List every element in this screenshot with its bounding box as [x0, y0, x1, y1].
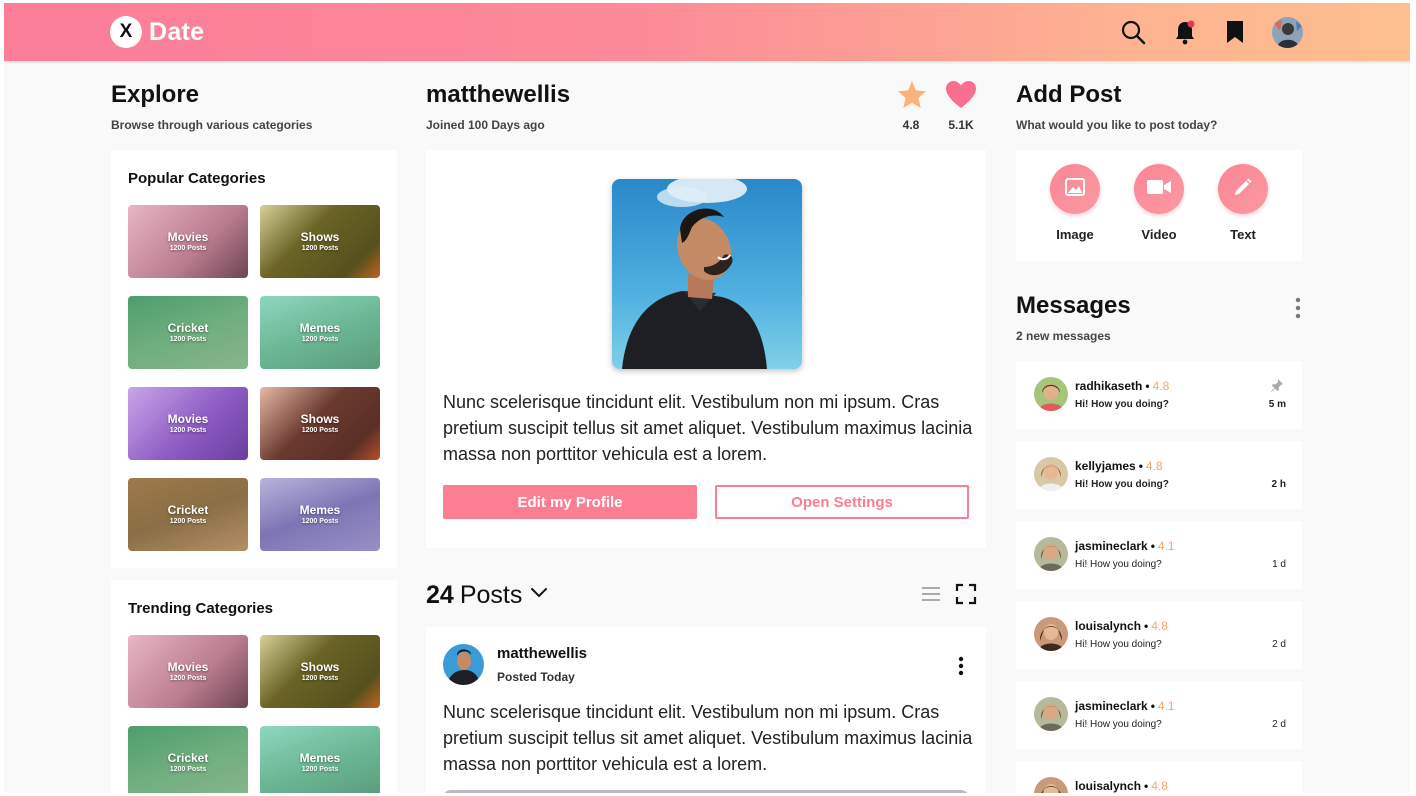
- message-time: 5 m: [1268, 399, 1286, 410]
- open-settings-button[interactable]: Open Settings: [715, 485, 969, 519]
- category-tile-cricket[interactable]: Cricket 1200 Posts: [128, 726, 248, 793]
- message-item[interactable]: louisalynch • 4.8 Hi! How you doing? 2 d: [1016, 601, 1302, 669]
- message-preview: Hi! How you doing?: [1075, 559, 1162, 570]
- search-icon[interactable]: [1118, 17, 1148, 47]
- message-item[interactable]: radhikaseth • 4.8 Hi! How you doing? 5 m: [1016, 361, 1302, 429]
- category-tile-shows[interactable]: Shows 1200 Posts: [260, 205, 380, 278]
- avatar: [1034, 697, 1068, 731]
- avatar: [1034, 777, 1068, 793]
- message-preview: Hi! How you doing?: [1075, 639, 1162, 650]
- profile-photo: [612, 179, 802, 369]
- post-author[interactable]: matthewellis: [497, 645, 587, 662]
- post-time: Posted Today: [497, 670, 575, 684]
- category-tile-cricket[interactable]: Cricket 1200 Posts: [128, 478, 248, 551]
- post-author-avatar[interactable]: [443, 644, 484, 685]
- top-bar: X Date: [4, 3, 1410, 61]
- profile-rating: 4.8: [902, 118, 920, 132]
- category-tile-memes[interactable]: Memes 1200 Posts: [260, 478, 380, 551]
- profile-likes: 5.1K: [948, 118, 974, 132]
- more-options-icon[interactable]: [956, 655, 966, 682]
- category-tile-movies[interactable]: Movies 1200 Posts: [128, 387, 248, 460]
- avatar: [1034, 377, 1068, 411]
- message-item[interactable]: louisalynch • 4.8: [1016, 761, 1302, 793]
- trending-categories-card: Trending Categories Movies 1200 Posts Sh…: [111, 580, 397, 793]
- explore-subtitle: Browse through various categories: [111, 118, 313, 132]
- profile-bio: Nunc scelerisque tincidunt elit. Vestibu…: [443, 392, 973, 464]
- messages-subtitle: 2 new messages: [1016, 329, 1111, 343]
- message-item[interactable]: jasmineclark • 4.1 Hi! How you doing? 1 d: [1016, 521, 1302, 589]
- text-post-label: Text: [1230, 227, 1256, 242]
- message-sender: radhikaseth • 4.8: [1075, 379, 1170, 393]
- message-sender: louisalynch • 4.8: [1075, 619, 1168, 633]
- image-post-button[interactable]: [1050, 164, 1100, 214]
- logo-badge: X: [110, 16, 142, 48]
- image-post-label: Image: [1056, 227, 1094, 242]
- post-media-preview[interactable]: [443, 790, 969, 793]
- message-sender: kellyjames • 4.8: [1075, 459, 1163, 473]
- category-tile-movies[interactable]: Movies 1200 Posts: [128, 205, 248, 278]
- popular-categories-title: Popular Categories: [128, 170, 266, 187]
- fullscreen-icon[interactable]: [955, 583, 977, 610]
- bell-icon[interactable]: [1170, 17, 1200, 47]
- image-icon: [1065, 177, 1085, 201]
- category-tile-memes[interactable]: Memes 1200 Posts: [260, 726, 380, 793]
- notification-dot: [1187, 20, 1195, 28]
- logo-text: Date: [149, 17, 205, 46]
- video-post-button[interactable]: [1134, 164, 1184, 214]
- add-post-subtitle: What would you like to post today?: [1016, 118, 1218, 132]
- message-time: 2 d: [1272, 719, 1286, 730]
- posts-header[interactable]: 24 Posts: [426, 581, 550, 610]
- profile-card: Nunc scelerisque tincidunt elit. Vestibu…: [426, 150, 986, 548]
- explore-title: Explore: [111, 81, 200, 108]
- avatar: [1034, 537, 1068, 571]
- category-tile-movies[interactable]: Movies 1200 Posts: [128, 635, 248, 708]
- profile-username: matthewellis: [426, 81, 571, 108]
- category-tile-cricket[interactable]: Cricket 1200 Posts: [128, 296, 248, 369]
- category-tile-shows[interactable]: Shows 1200 Posts: [260, 387, 380, 460]
- add-post-card: Image Video Text: [1016, 150, 1302, 261]
- trending-categories-title: Trending Categories: [128, 600, 274, 617]
- message-preview: Hi! How you doing?: [1075, 399, 1169, 410]
- message-time: 2 d: [1272, 639, 1286, 650]
- message-item[interactable]: jasmineclark • 4.1 Hi! How you doing? 2 d: [1016, 681, 1302, 749]
- messages-menu-icon[interactable]: [1294, 296, 1302, 325]
- avatar: [1034, 617, 1068, 651]
- video-icon: [1146, 178, 1172, 201]
- star-icon: [895, 78, 929, 112]
- message-sender: jasmineclark • 4.1: [1075, 539, 1175, 553]
- message-item[interactable]: kellyjames • 4.8 Hi! How you doing? 2 h: [1016, 441, 1302, 509]
- avatar[interactable]: [1272, 17, 1303, 48]
- avatar: [1034, 457, 1068, 491]
- app-frame: X Date Explore Browse through various ca…: [4, 3, 1410, 793]
- category-tile-shows[interactable]: Shows 1200 Posts: [260, 635, 380, 708]
- pin-icon[interactable]: [1270, 378, 1284, 397]
- logo[interactable]: X Date: [110, 16, 204, 48]
- category-tile-memes[interactable]: Memes 1200 Posts: [260, 296, 380, 369]
- posts-count: 24: [426, 581, 454, 609]
- message-preview: Hi! How you doing?: [1075, 479, 1169, 490]
- chevron-down-icon[interactable]: [528, 581, 550, 610]
- message-time: 2 h: [1271, 479, 1286, 490]
- posts-label: Posts: [459, 581, 523, 609]
- message-sender: jasmineclark • 4.1: [1075, 699, 1175, 713]
- message-time: 1 d: [1272, 559, 1286, 570]
- video-post-label: Video: [1141, 227, 1177, 242]
- post-card: matthewellis Posted Today Nunc scelerisq…: [426, 627, 986, 793]
- messages-title: Messages: [1016, 292, 1131, 319]
- message-sender: louisalynch • 4.8: [1075, 779, 1168, 793]
- edit-profile-button[interactable]: Edit my Profile: [443, 485, 697, 519]
- popular-categories-card: Popular Categories Movies 1200 Posts Sho…: [111, 150, 397, 568]
- text-post-button[interactable]: [1218, 164, 1268, 214]
- add-post-title: Add Post: [1016, 81, 1122, 108]
- pencil-icon: [1233, 177, 1253, 202]
- bookmark-icon[interactable]: [1220, 17, 1250, 47]
- message-preview: Hi! How you doing?: [1075, 719, 1162, 730]
- post-text: Nunc scelerisque tincidunt elit. Vestibu…: [443, 702, 973, 774]
- profile-joined: Joined 100 Days ago: [426, 118, 545, 132]
- list-view-icon[interactable]: [920, 583, 942, 610]
- heart-icon[interactable]: [944, 78, 978, 112]
